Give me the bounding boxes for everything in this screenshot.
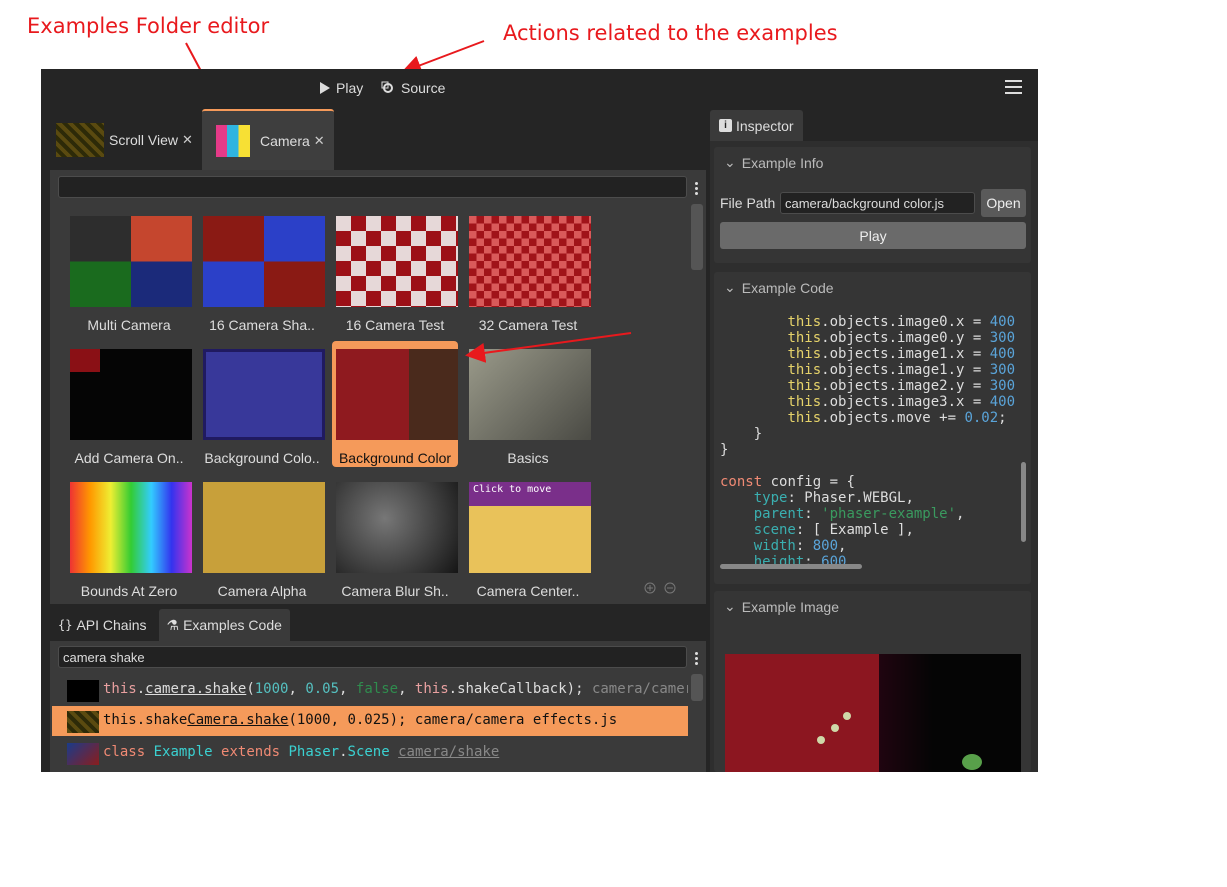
result-text: this.shakeCamera.shake(1000, 0.025); cam…: [103, 712, 618, 728]
examples-code-panel: this.camera.shake(1000, 0.05, false, thi…: [50, 641, 706, 772]
code-view[interactable]: this.objects.image0.x = 400 this.objects…: [720, 314, 1020, 564]
code-horizontal-scrollbar[interactable]: [720, 564, 862, 569]
braces-icon: {}: [58, 618, 73, 632]
app-window: Play Source Scroll View ✕ Camera ✕ Multi…: [41, 69, 1038, 772]
tab-inspector[interactable]: i Inspector: [710, 110, 803, 141]
info-icon: i: [719, 119, 732, 132]
vertical-scrollbar[interactable]: [691, 674, 703, 701]
tab-label: Inspector: [736, 117, 794, 134]
file-path-input[interactable]: [780, 192, 975, 214]
tab-label: Examples Code: [183, 617, 282, 633]
tab-label: API Chains: [76, 617, 147, 633]
section-header[interactable]: ⌄ Example Code: [724, 279, 834, 296]
sprite: [843, 712, 851, 720]
example-image-section: ⌄ Example Image: [714, 591, 1031, 772]
result-row[interactable]: this.camera.shake(1000, 0.05, false, thi…: [52, 675, 688, 705]
sprite: [962, 754, 982, 770]
example-info-section: ⌄Example Info File Path Open Play: [714, 147, 1031, 263]
example-image: [725, 654, 1021, 772]
result-thumbnail: [67, 680, 99, 702]
result-thumbnail: [67, 743, 99, 765]
result-row[interactable]: class Example extends Phaser.Scene camer…: [52, 738, 688, 768]
tab-api-chains[interactable]: {} API Chains: [50, 609, 155, 641]
result-row-selected[interactable]: this.shakeCamera.shake(1000, 0.025); cam…: [52, 706, 688, 736]
result-text: class Example extends Phaser.Scene camer…: [103, 744, 500, 760]
flask-icon: ⚗: [166, 616, 180, 633]
code-vertical-scrollbar[interactable]: [1021, 462, 1026, 542]
file-path-label: File Path: [720, 195, 776, 211]
chevron-down-icon: ⌄: [724, 279, 736, 295]
result-thumbnail: [67, 711, 99, 733]
section-header[interactable]: ⌄ Example Info: [724, 154, 823, 171]
result-text: this.camera.shake(1000, 0.05, false, thi…: [103, 681, 688, 697]
chevron-down-icon: ⌄: [724, 154, 736, 170]
open-button[interactable]: Open: [981, 189, 1026, 217]
section-header[interactable]: ⌄ Example Image: [724, 598, 839, 615]
sprite: [831, 724, 839, 732]
search-input[interactable]: [58, 646, 687, 668]
sprite: [817, 736, 825, 744]
example-code-section: ⌄ Example Code this.objects.image0.x = 40…: [714, 272, 1031, 584]
more-options-icon[interactable]: [695, 652, 699, 667]
chevron-down-icon: ⌄: [724, 598, 736, 614]
bottom-tabs: {} API Chains ⚗ Examples Code: [50, 609, 290, 641]
tab-examples-code[interactable]: ⚗ Examples Code: [158, 609, 290, 641]
play-button[interactable]: Play: [720, 222, 1026, 249]
